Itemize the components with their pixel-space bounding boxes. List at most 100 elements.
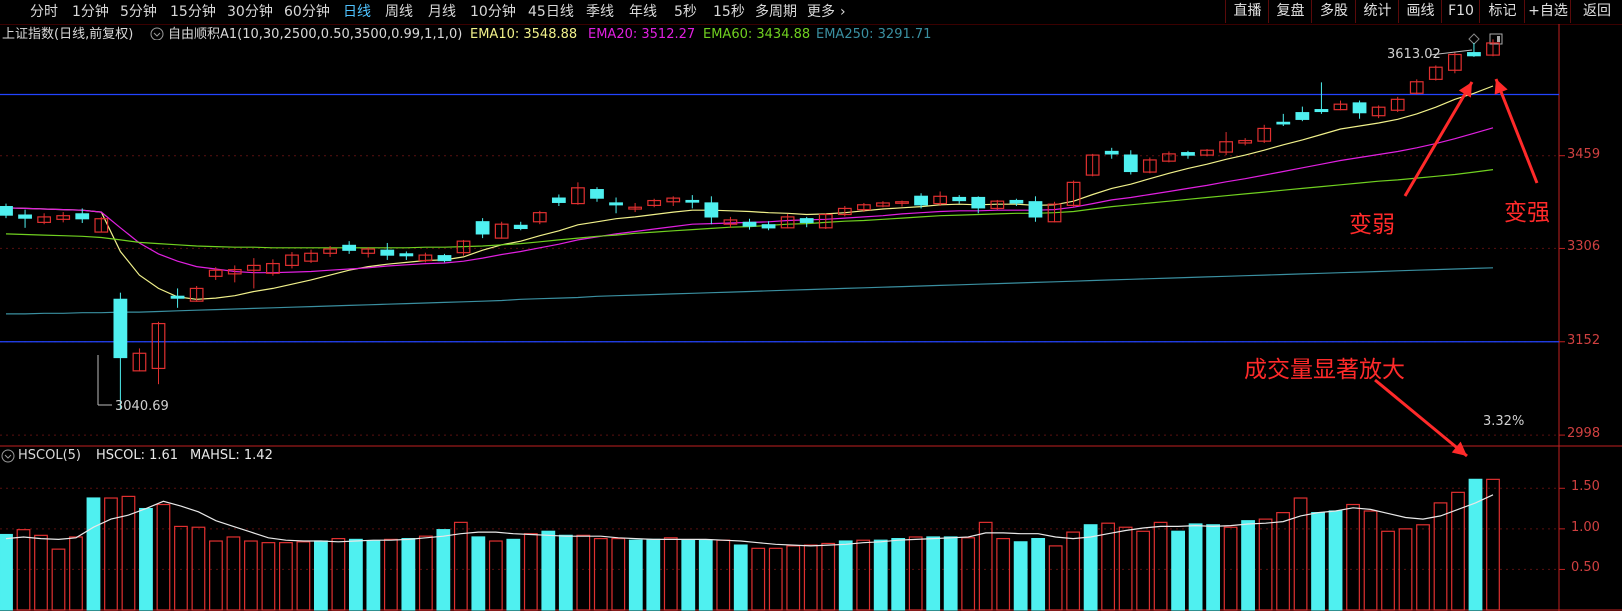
candle-body [1028, 201, 1043, 218]
volume-bar [401, 537, 416, 611]
mahsl-value: MAHSL: 1.42 [190, 448, 273, 463]
volume-bar [1118, 526, 1133, 611]
candle-body [170, 295, 185, 299]
candle-body [799, 218, 814, 223]
candle-body [551, 197, 566, 203]
volume-bar [978, 521, 993, 611]
volume-bar [331, 537, 346, 611]
candle-body [609, 202, 623, 206]
volume-bar [366, 540, 381, 611]
high-price-label: 3613.02 [1387, 47, 1441, 62]
candle-body [761, 224, 776, 229]
volume-bar [1241, 520, 1255, 611]
candle-body [113, 298, 128, 359]
volume-bar [418, 535, 433, 611]
volume-bar [471, 536, 486, 611]
candle-body [742, 221, 757, 227]
volume-bar [296, 541, 311, 611]
volume-bar [1101, 522, 1116, 611]
volume-bar [69, 536, 83, 611]
volume-bar [506, 538, 521, 611]
volume-bar [663, 537, 678, 611]
volume-bar [1048, 545, 1063, 611]
candle-body [971, 196, 986, 209]
candlestick-chart [0, 24, 1622, 611]
volume-bar [961, 537, 976, 611]
volume-bar [453, 521, 468, 611]
price-axis-label: 3152 [1567, 332, 1601, 348]
volume-bar [1171, 530, 1186, 611]
volume-bar [1363, 510, 1378, 611]
candle-body [18, 214, 32, 219]
ema-line-ema20 [5, 127, 1494, 274]
volume-bar [51, 548, 66, 611]
candle-body [1123, 154, 1138, 173]
candle-body [914, 195, 928, 206]
volume-bar [383, 538, 398, 611]
volume-bar [943, 536, 958, 611]
ema-line-ema60 [5, 169, 1494, 249]
volume-bar [856, 539, 871, 611]
volume-bar [139, 507, 153, 611]
volume-bar [698, 539, 713, 611]
volume-axis-label: 1.50 [1571, 479, 1600, 495]
volume-bar [488, 540, 503, 611]
volume-bar [174, 525, 188, 611]
volume-ma-line [5, 494, 1494, 547]
volume-bar [1153, 521, 1168, 611]
low-price-label: 3040.69 [115, 399, 169, 414]
candle-body [1314, 109, 1329, 113]
candle-body [1009, 199, 1024, 204]
price-axis-label: 3459 [1567, 146, 1601, 162]
candle-body [0, 206, 13, 216]
volume-bar [1416, 524, 1430, 611]
volume-axis-label: 1.00 [1571, 519, 1600, 535]
volume-bar [646, 538, 661, 611]
percent-label: 3.32% [1483, 414, 1525, 429]
candle-body [1104, 150, 1119, 155]
volume-bar [313, 540, 328, 611]
volume-bar [1276, 512, 1290, 611]
candle-body [342, 244, 357, 251]
stronger-annotation: 变强 [1504, 200, 1550, 226]
volume-bar [244, 540, 258, 611]
candle-body [513, 224, 528, 230]
volume-bar [996, 537, 1011, 611]
candle-body [1276, 121, 1291, 125]
volume-bar [1486, 478, 1500, 611]
volume-bar [541, 530, 556, 611]
volume-dropdown-icon[interactable] [1, 449, 15, 463]
volume-bar [873, 539, 888, 611]
volume-bar [803, 544, 818, 611]
volume-bar [1031, 537, 1046, 611]
volume-bar [768, 547, 783, 611]
volume-bar [226, 536, 241, 611]
volume-bar [1223, 526, 1238, 611]
volume-bar [1206, 524, 1220, 611]
volume-bar [523, 533, 538, 611]
candle-body [952, 196, 967, 202]
volume-bar [1258, 518, 1273, 611]
volume-bar [1311, 512, 1325, 611]
volume-bar [1468, 478, 1483, 611]
volume-title: HSCOL(5) [18, 448, 81, 463]
volume-bar [908, 536, 923, 611]
volume-bar [1136, 530, 1151, 611]
volume-bar [838, 540, 853, 611]
volume-bar [1328, 510, 1343, 611]
hscol-value: HSCOL: 1.61 [96, 448, 179, 463]
volume-bar [191, 526, 206, 611]
candle-body [685, 199, 700, 203]
candle-body [380, 249, 395, 256]
volume-bar [593, 537, 608, 611]
ema-line-ema250 [6, 267, 1494, 315]
volume-bar [261, 542, 276, 611]
volume-bar [348, 538, 363, 611]
candle-body [399, 253, 414, 257]
price-axis-label: 3306 [1567, 239, 1601, 255]
volume-bar [716, 539, 731, 611]
volume-bar [576, 534, 591, 611]
volume-bar [611, 537, 626, 611]
volume-bar [1066, 531, 1081, 611]
volume-bar [1381, 530, 1395, 611]
